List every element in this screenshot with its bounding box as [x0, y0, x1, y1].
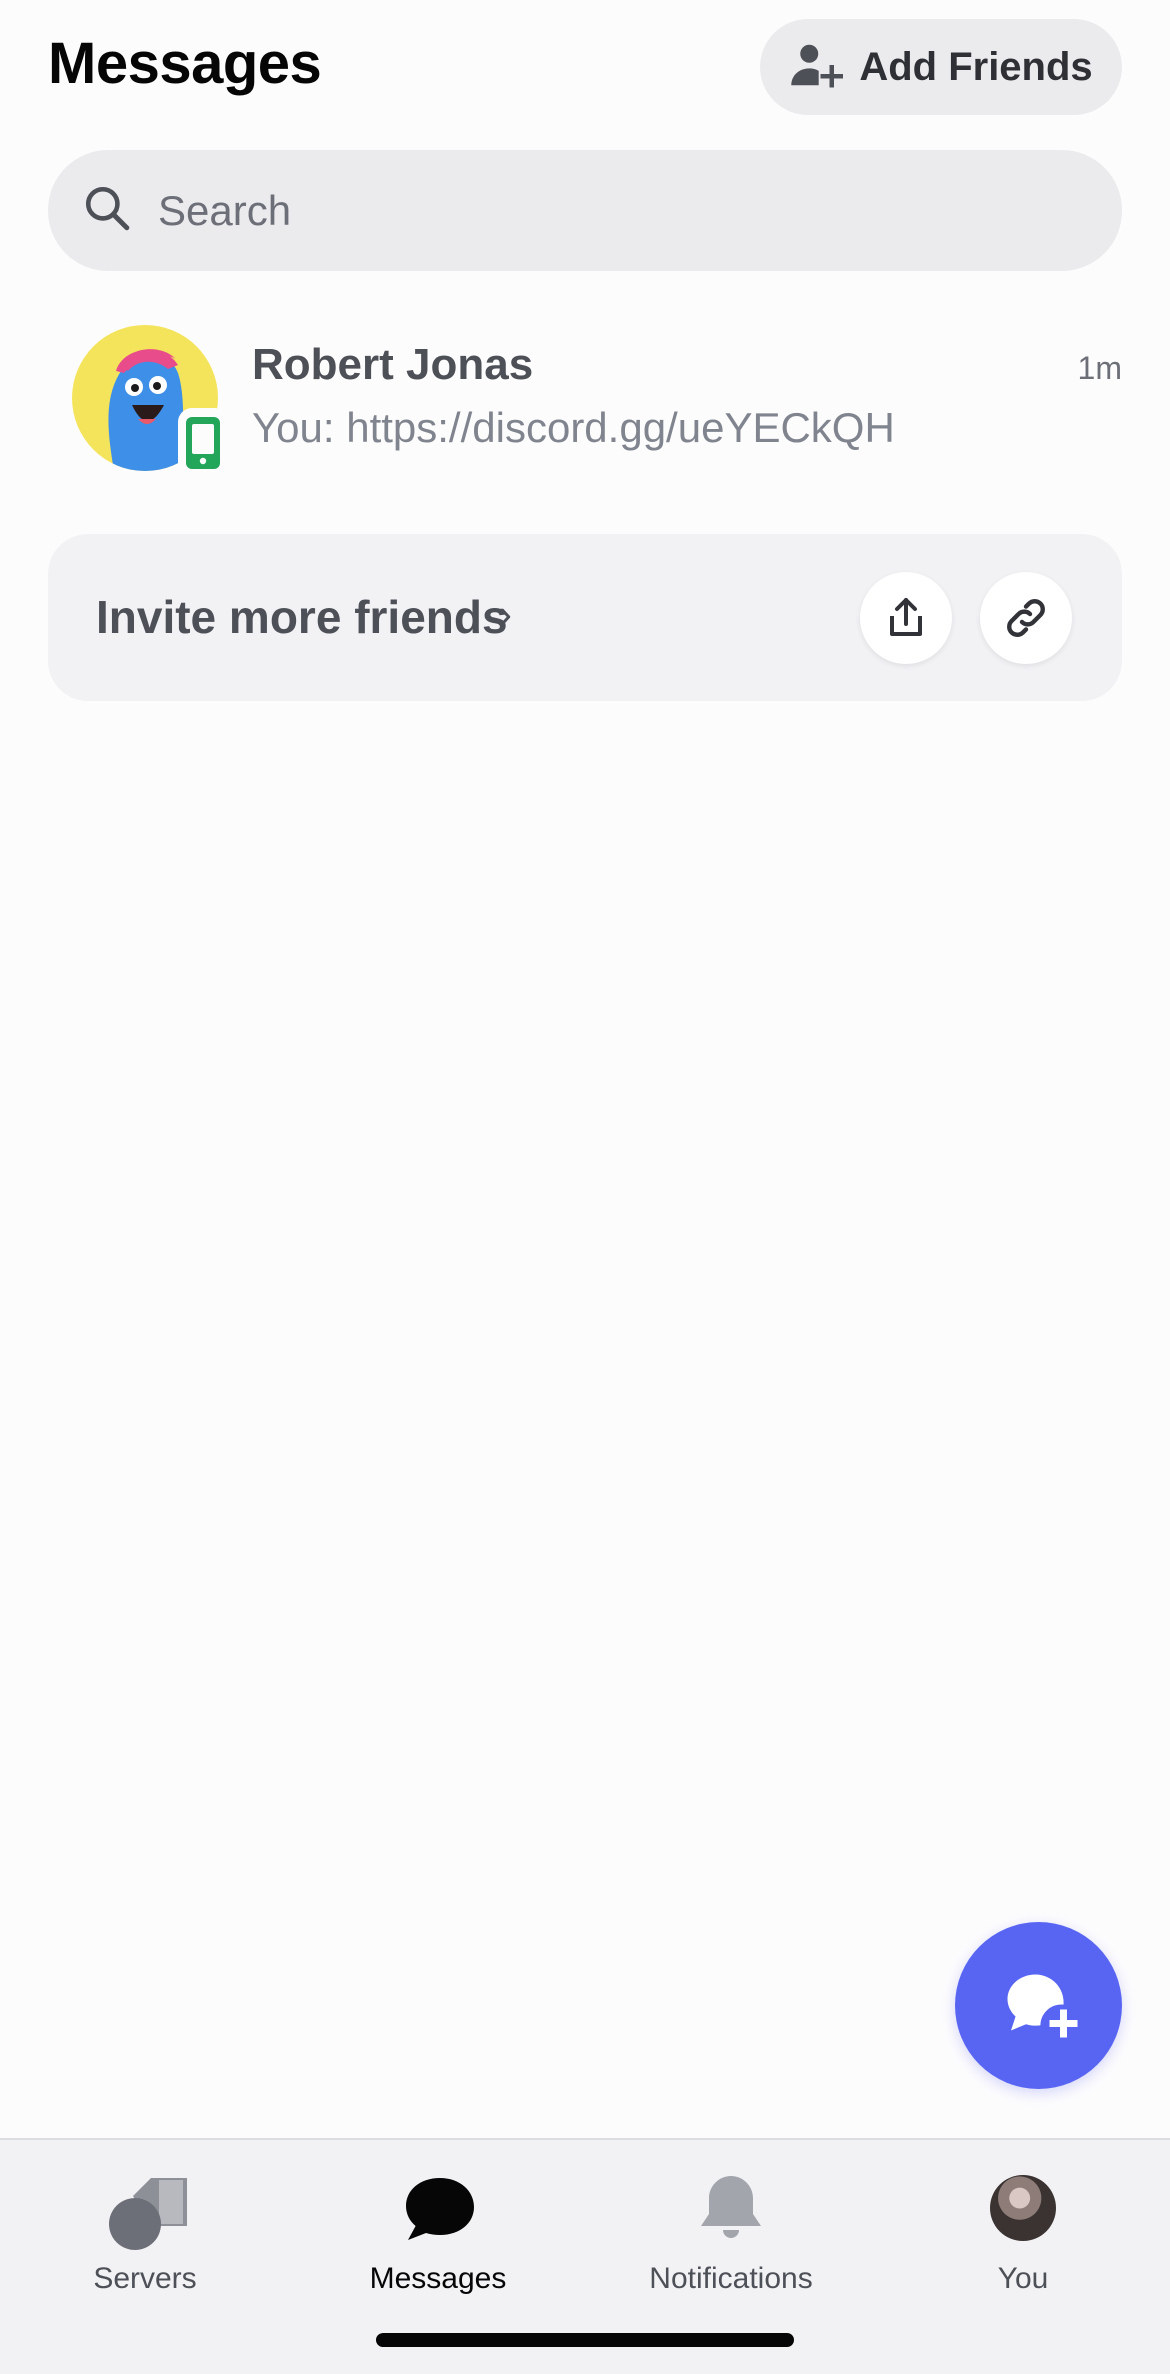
conversation-name: Robert Jonas: [252, 340, 534, 389]
profile-avatar: [981, 2166, 1065, 2250]
new-message-button[interactable]: [955, 1922, 1122, 2089]
nav-messages[interactable]: Messages: [318, 2160, 558, 2295]
page-title: Messages: [48, 31, 322, 96]
messages-icon: [396, 2166, 480, 2250]
nav-you[interactable]: You: [903, 2160, 1143, 2295]
nav-label: You: [997, 2262, 1049, 2295]
nav-servers[interactable]: Servers: [25, 2160, 265, 2295]
add-friend-icon: [789, 38, 844, 97]
search-icon: [82, 183, 132, 238]
search-bar[interactable]: [48, 150, 1122, 271]
bell-icon: [689, 2166, 773, 2250]
servers-icon: [103, 2166, 187, 2250]
add-friends-button[interactable]: Add Friends: [760, 19, 1122, 115]
invite-friends-label[interactable]: Invite more friends: [96, 590, 508, 644]
avatar: [72, 325, 228, 478]
mobile-phone-icon: [186, 417, 220, 469]
conversation-time: 1m: [1077, 350, 1122, 386]
nav-notifications[interactable]: Notifications: [611, 2160, 851, 2295]
copy-link-button[interactable]: [980, 572, 1072, 664]
share-icon: [890, 598, 922, 636]
nav-label: Servers: [93, 2262, 197, 2295]
conversation-row[interactable]: Robert Jonas You: https://discord.gg/ueY…: [48, 318, 1122, 478]
link-icon: [1007, 599, 1045, 637]
new-message-icon: [1007, 1973, 1077, 2037]
invite-friends-card[interactable]: Invite more friends ›: [48, 534, 1122, 701]
mobile-status-badge: [178, 408, 228, 478]
nav-label: Notifications: [649, 2262, 813, 2295]
home-indicator: [376, 2333, 794, 2347]
share-button[interactable]: [860, 572, 952, 664]
nav-label: Messages: [369, 2262, 507, 2295]
add-friends-label: Add Friends: [859, 44, 1093, 89]
user-avatar: [990, 2175, 1056, 2241]
chevron-right-icon: ›: [498, 590, 512, 637]
conversation-preview: You: https://discord.gg/ueYECkQH: [252, 404, 895, 451]
messages-screen: Messages Add Friends Search Robert Jonas…: [0, 0, 1170, 2374]
search-input[interactable]: [158, 186, 1058, 235]
